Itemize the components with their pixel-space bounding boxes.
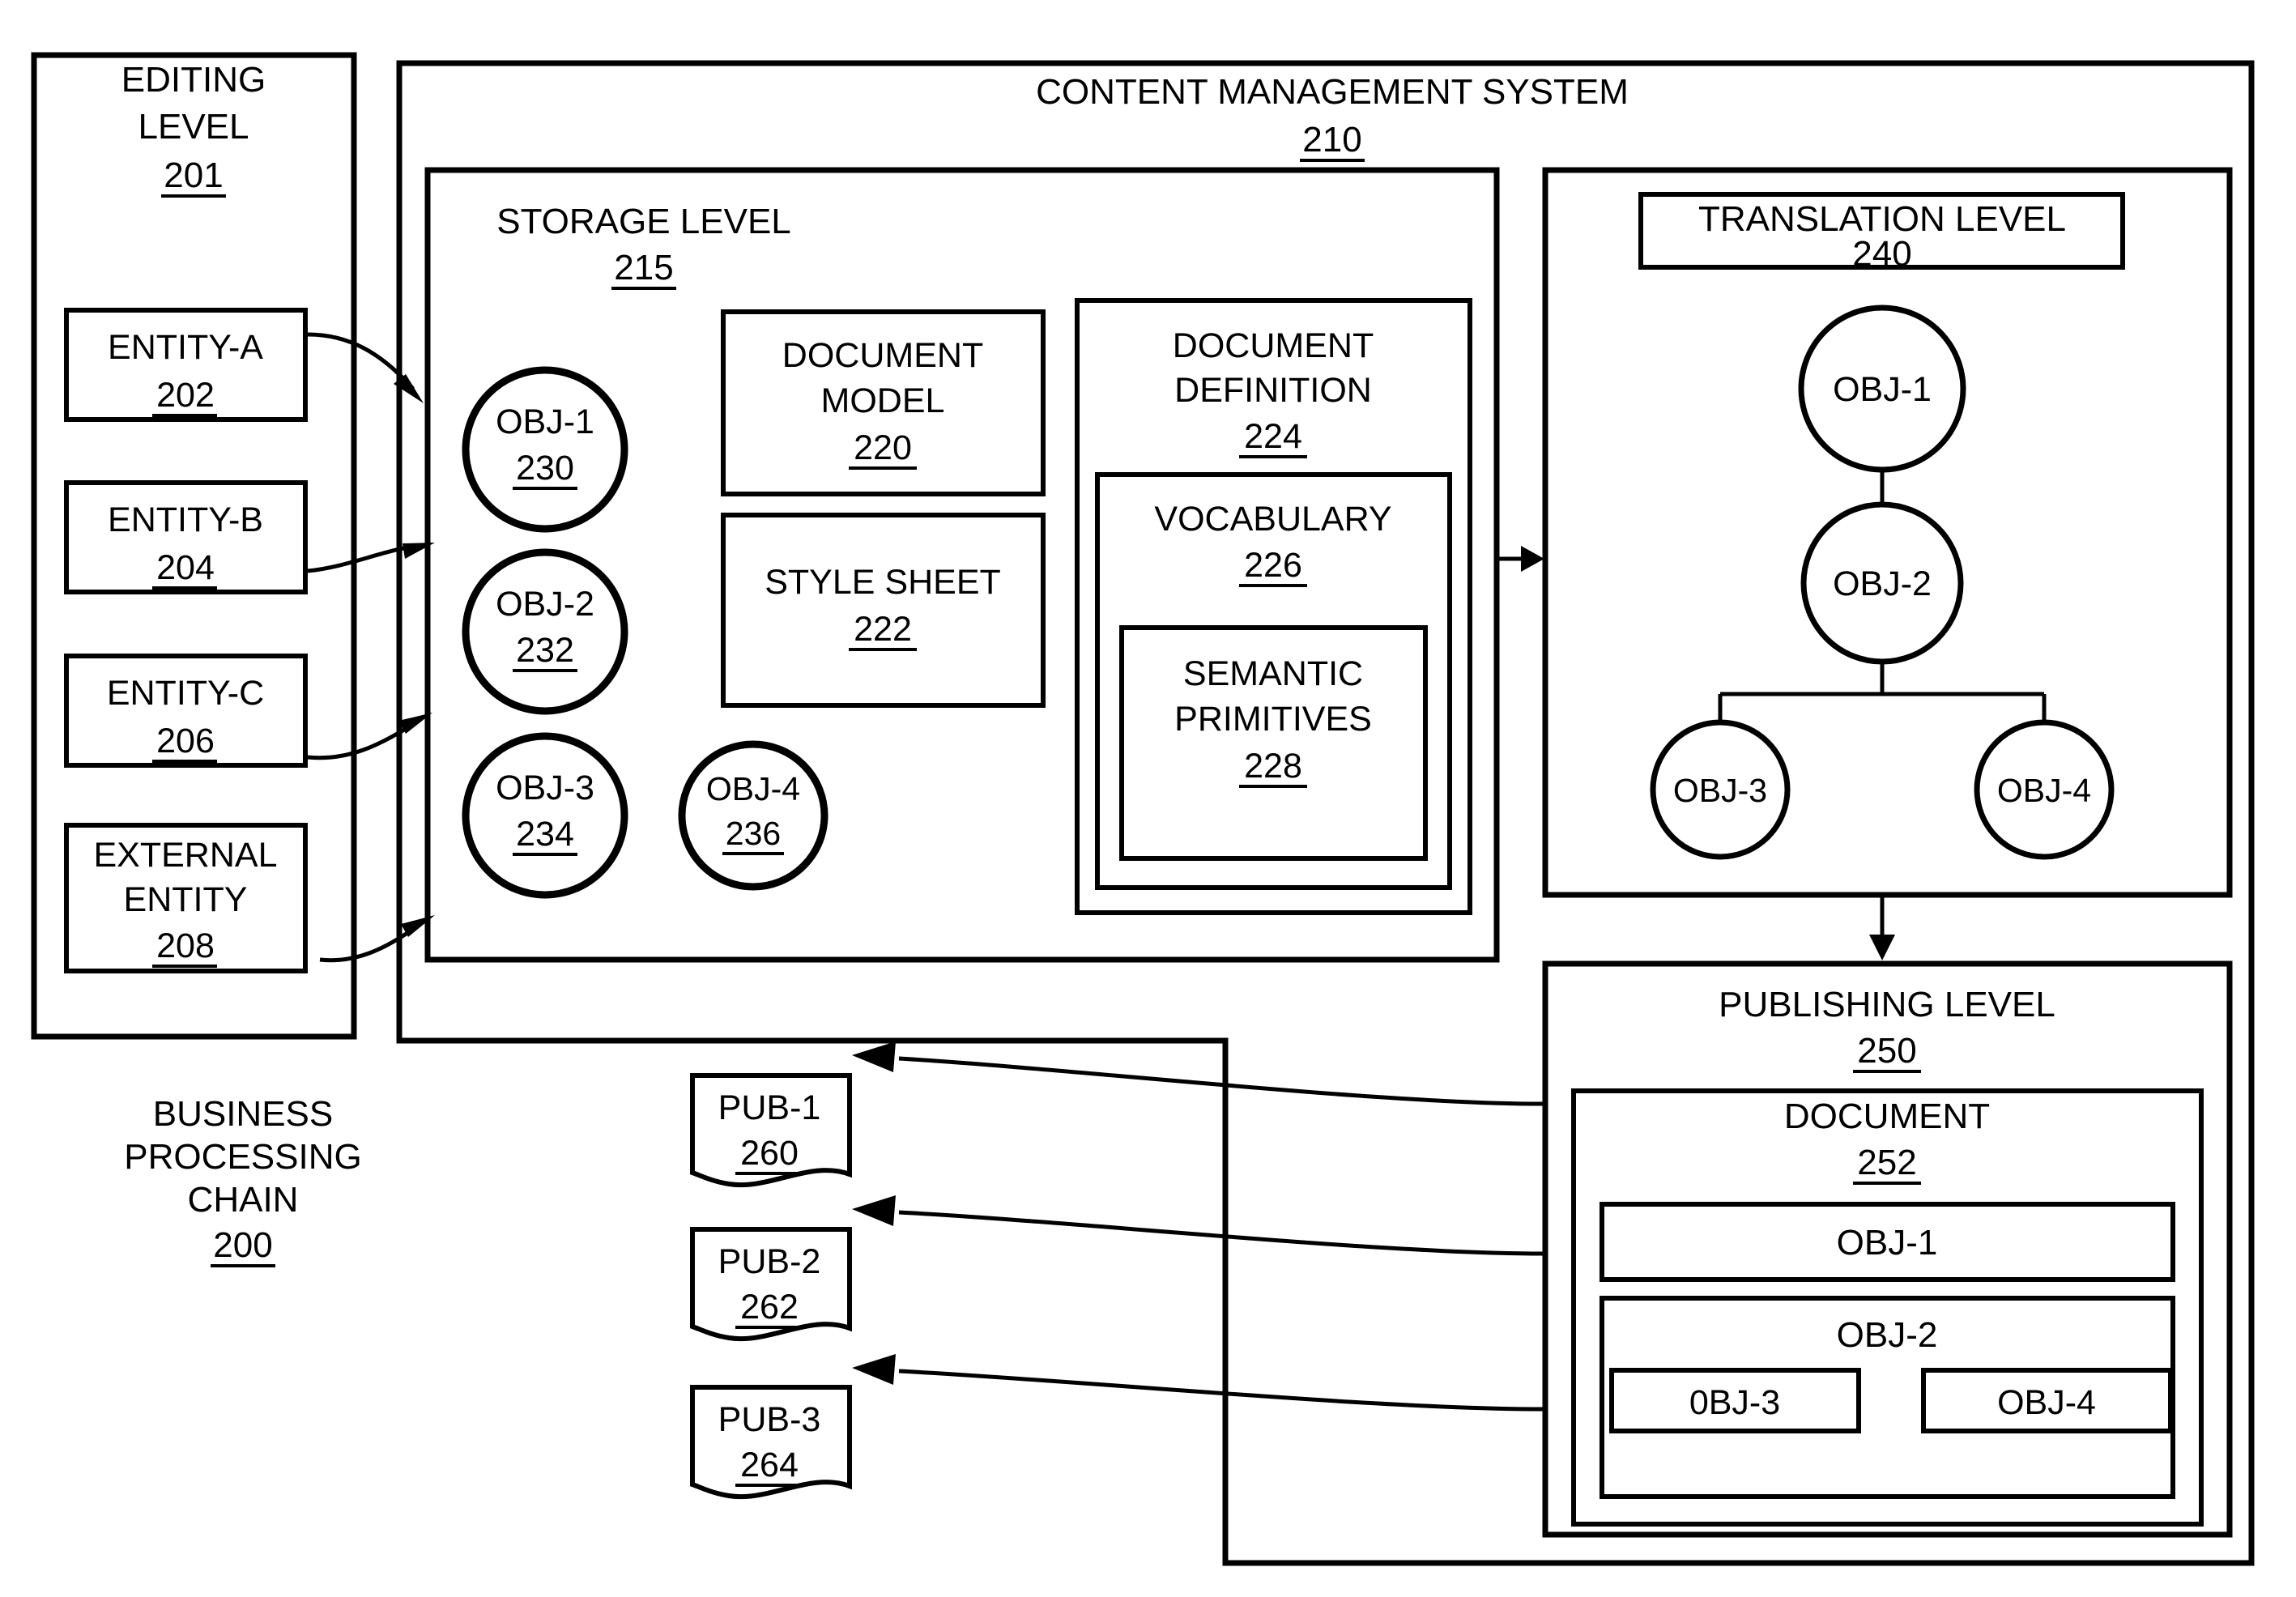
- figure-canvas: EDITING LEVEL 201 ENTITY-A 202 ENTITY-B …: [0, 0, 2296, 1597]
- pub-2-document[interactable]: PUB-2 262: [690, 1227, 852, 1342]
- patent-diagram: EDITING LEVEL 201 ENTITY-A 202 ENTITY-B …: [31, 52, 2255, 1566]
- translation-obj-4-label: OBJ-4: [1997, 772, 2091, 809]
- external-entity-ref: 208: [156, 926, 215, 965]
- translation-obj-1-label: OBJ-1: [1833, 370, 1932, 409]
- entity-a-label: ENTITY-A: [108, 328, 263, 367]
- storage-obj-1-ref: 230: [516, 449, 574, 488]
- storage-obj-2-label: OBJ-2: [496, 585, 594, 624]
- storage-level-title: STORAGE LEVEL: [496, 202, 791, 241]
- pub-3-ref: 264: [740, 1446, 799, 1484]
- document-model-ref: 220: [854, 428, 912, 467]
- business-chain-ref: 200: [213, 1225, 272, 1265]
- storage-level-ref: 215: [614, 248, 673, 287]
- external-entity-label-line1: EXTERNAL: [93, 836, 277, 875]
- editing-level-title-line2: LEVEL: [138, 107, 249, 147]
- publishing-obj-3-label: 0BJ-3: [1689, 1383, 1780, 1422]
- business-chain-caption-line1: BUSINESS: [153, 1094, 334, 1134]
- pub-1-label: PUB-1: [718, 1088, 821, 1127]
- pub-1-ref: 260: [740, 1134, 799, 1173]
- storage-obj-3-ref: 234: [516, 815, 574, 854]
- semantic-primitives-ref: 228: [1244, 747, 1302, 786]
- document-definition-line1: DOCUMENT: [1173, 326, 1374, 365]
- translation-obj-2-label: OBJ-2: [1833, 564, 1932, 603]
- publishing-level-title: PUBLISHING LEVEL: [1719, 985, 2055, 1024]
- pub-1-document[interactable]: PUB-1 260: [690, 1073, 852, 1188]
- business-chain-caption-line2: PROCESSING: [124, 1137, 361, 1177]
- publishing-level-ref: 250: [1857, 1031, 1916, 1071]
- document-model-line2: MODEL: [821, 381, 945, 420]
- publishing-document-ref: 252: [1857, 1143, 1916, 1182]
- style-sheet-ref: 222: [854, 610, 912, 649]
- semantic-primitives-line1: SEMANTIC: [1183, 654, 1363, 693]
- pub-2-label: PUB-2: [718, 1242, 821, 1281]
- publishing-obj-1-label: OBJ-1: [1837, 1223, 1938, 1263]
- semantic-primitives-line2: PRIMITIVES: [1174, 700, 1372, 739]
- business-chain-caption-line3: CHAIN: [188, 1180, 299, 1220]
- pub-3-label: PUB-3: [718, 1400, 821, 1439]
- editing-level-title-line1: EDITING: [121, 60, 266, 100]
- editing-level-ref: 201: [164, 155, 223, 195]
- document-definition-line2: DEFINITION: [1174, 371, 1372, 410]
- vocabulary-line1: VOCABULARY: [1154, 500, 1391, 539]
- publishing-obj-4-label: OBJ-4: [1997, 1383, 2096, 1422]
- entity-c-ref: 206: [156, 722, 215, 760]
- translation-level-title: TRANSLATION LEVEL: [1698, 199, 2066, 239]
- storage-obj-4-ref: 236: [726, 815, 781, 852]
- entity-b-ref: 204: [156, 548, 215, 587]
- storage-obj-1-label: OBJ-1: [496, 402, 594, 441]
- storage-obj-4-label: OBJ-4: [706, 770, 800, 807]
- cms-title: CONTENT MANAGEMENT SYSTEM: [1036, 72, 1629, 112]
- pub-2-ref: 262: [740, 1288, 799, 1327]
- entity-c-label: ENTITY-C: [107, 674, 264, 713]
- entity-a-ref: 202: [156, 376, 215, 415]
- publishing-document-title: DOCUMENT: [1784, 1097, 1990, 1136]
- publishing-obj-2-label: OBJ-2: [1837, 1315, 1938, 1355]
- entity-b-label: ENTITY-B: [108, 500, 263, 539]
- translation-obj-3-label: OBJ-3: [1673, 772, 1767, 809]
- document-definition-ref: 224: [1244, 417, 1302, 456]
- document-model-line1: DOCUMENT: [782, 336, 983, 375]
- pub-3-document[interactable]: PUB-3 264: [690, 1385, 852, 1500]
- vocabulary-ref: 226: [1244, 546, 1302, 585]
- storage-obj-2-ref: 232: [516, 631, 574, 670]
- style-sheet-line1: STYLE SHEET: [765, 563, 1001, 602]
- translation-level-ref: 240: [1852, 234, 1911, 274]
- cms-ref: 210: [1302, 120, 1361, 160]
- external-entity-label-line2: ENTITY: [124, 880, 248, 919]
- storage-obj-3-label: OBJ-3: [496, 769, 594, 807]
